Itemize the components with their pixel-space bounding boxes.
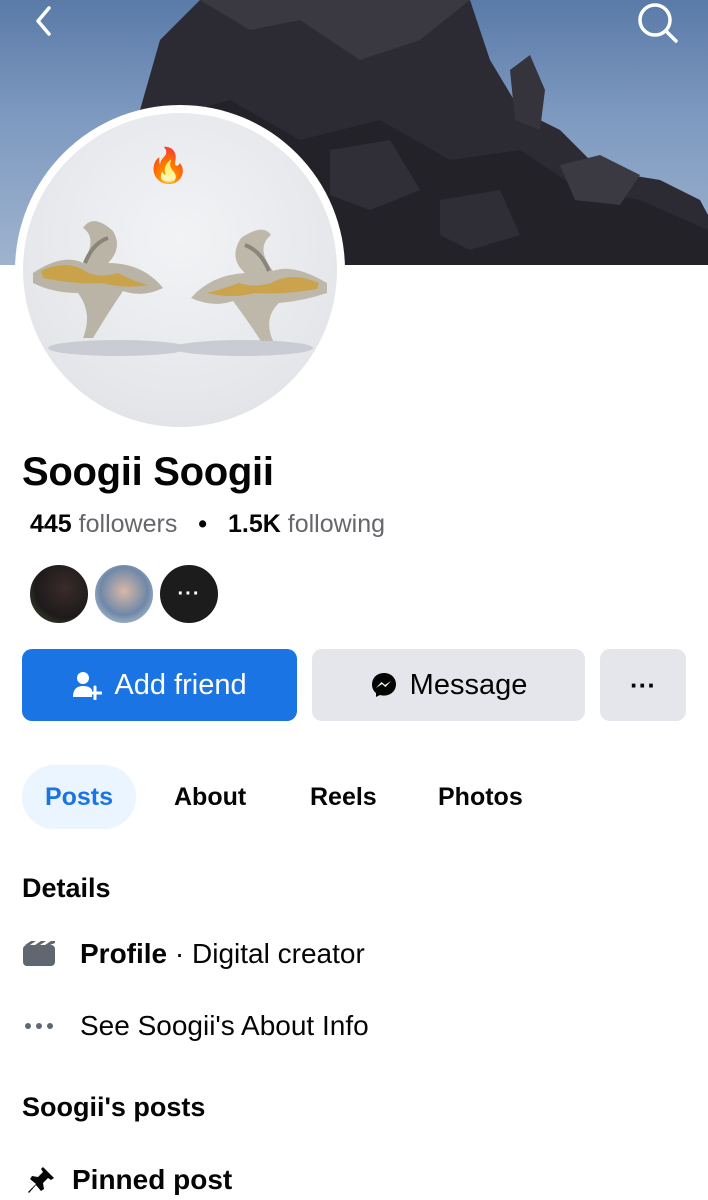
pinned-post-label: Pinned post: [72, 1164, 233, 1195]
search-icon: [638, 3, 678, 43]
more-friends-dots: ···: [177, 582, 201, 605]
tab-about[interactable]: About: [174, 765, 246, 829]
tab-photos[interactable]: Photos: [438, 765, 523, 829]
tab-posts[interactable]: Posts: [22, 765, 136, 829]
see-about-info-link[interactable]: See Soogii's About Info: [22, 1010, 369, 1042]
followers-label[interactable]: followers: [79, 510, 178, 538]
chevron-left-icon: [36, 6, 51, 36]
more-friends-avatar[interactable]: ···: [158, 563, 220, 625]
friend-avatar[interactable]: [93, 563, 155, 625]
see-about-info-label: See Soogii's About Info: [80, 1010, 369, 1041]
following-label[interactable]: following: [288, 510, 385, 538]
profile-name: Soogii Soogii: [22, 450, 274, 494]
profile-category: Digital creator: [192, 938, 365, 969]
message-button[interactable]: Message: [312, 649, 585, 721]
following-count[interactable]: 1.5K: [228, 510, 281, 538]
add-friend-label: Add friend: [114, 668, 247, 701]
pinned-post-header: Pinned post: [26, 1164, 232, 1196]
message-label: Message: [409, 668, 528, 701]
search-button[interactable]: [634, 0, 680, 46]
back-button[interactable]: [28, 4, 62, 38]
fire-emoji-badge: 🔥: [147, 147, 190, 185]
add-friend-icon: [72, 670, 103, 700]
tab-reels[interactable]: Reels: [310, 765, 377, 829]
more-dots-icon: [22, 1021, 56, 1031]
profile-category-row: Profile · Digital creator: [22, 938, 365, 970]
more-options-button[interactable]: ···: [600, 649, 686, 721]
stats-separator: •: [198, 510, 208, 538]
friend-avatar[interactable]: [28, 563, 90, 625]
profile-stats: 445 followers • 1.5K following: [30, 510, 385, 539]
pin-icon: [26, 1165, 56, 1195]
followers-count[interactable]: 445: [30, 510, 72, 538]
messenger-icon: [370, 671, 398, 699]
profile-separator: ·: [167, 938, 193, 969]
clapperboard-icon: [22, 941, 56, 967]
add-friend-button[interactable]: Add friend: [22, 649, 297, 721]
details-heading: Details: [22, 873, 111, 903]
profile-avatar[interactable]: 🔥: [23, 113, 337, 427]
profile-label: Profile: [80, 938, 168, 969]
more-dots-icon: ···: [630, 669, 656, 700]
posts-heading: Soogii's posts: [22, 1092, 206, 1122]
